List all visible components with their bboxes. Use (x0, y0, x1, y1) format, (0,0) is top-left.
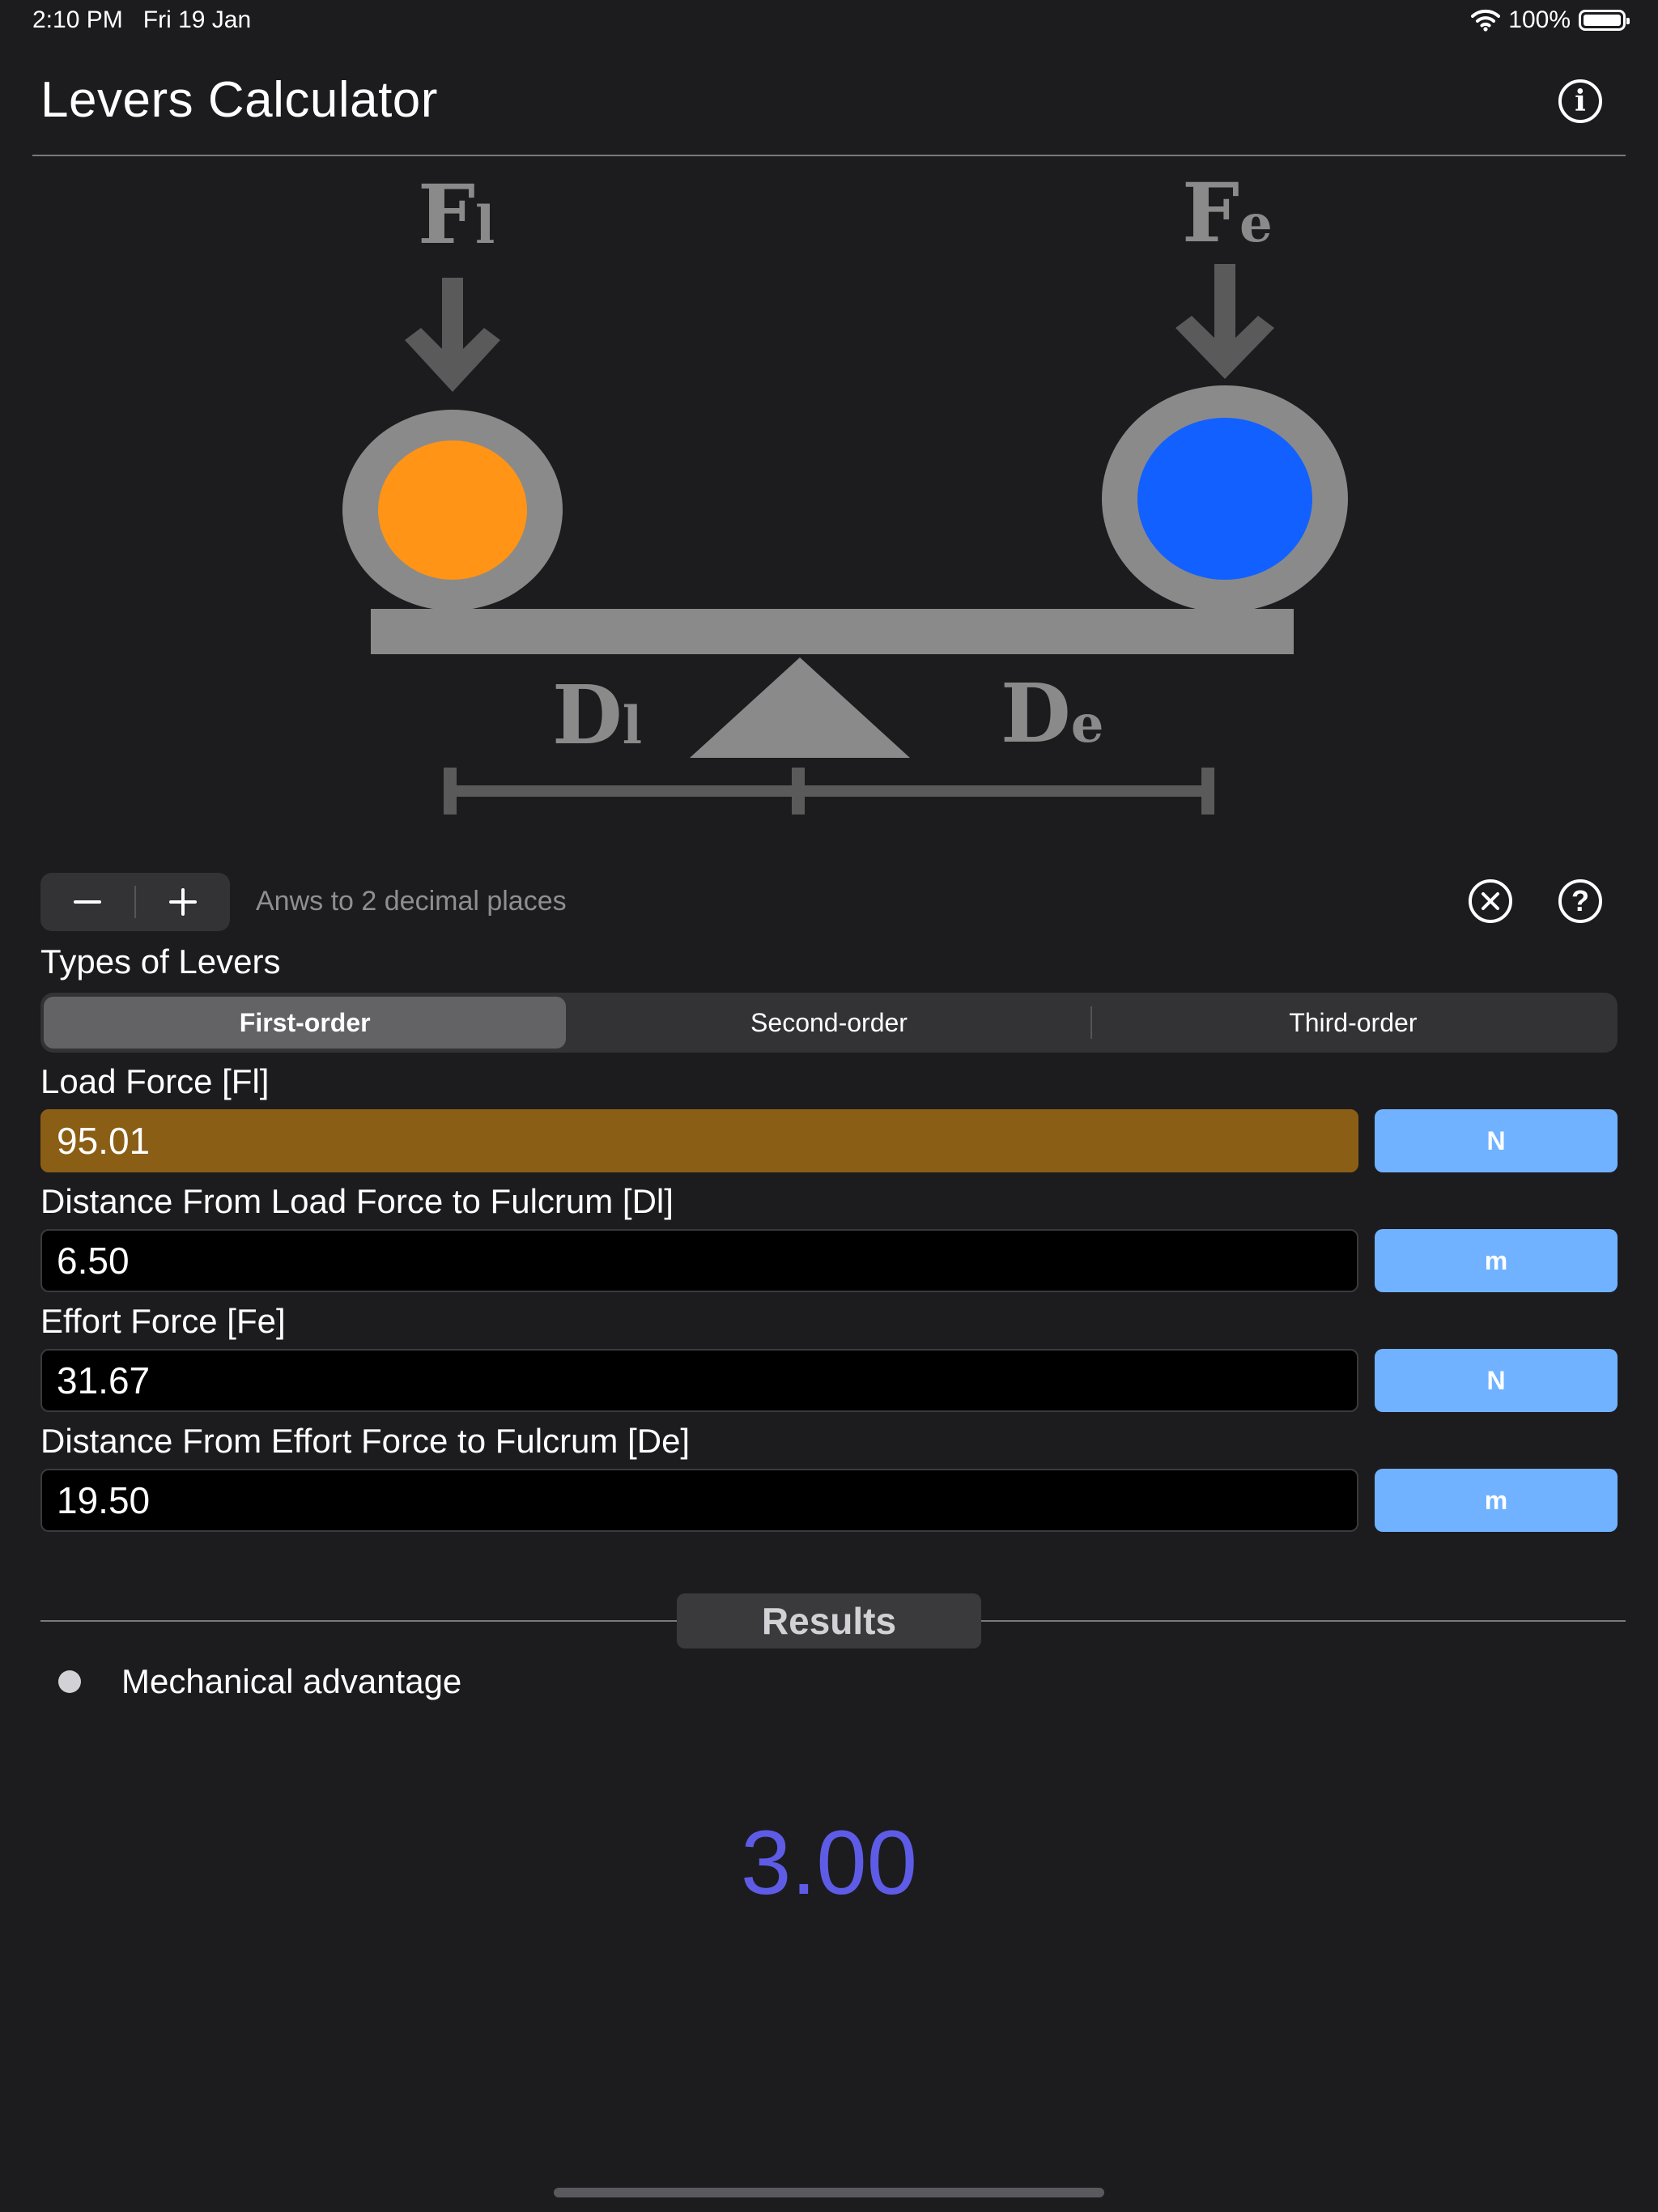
effort-force-unit-button[interactable]: N (1375, 1349, 1618, 1412)
home-indicator[interactable] (554, 2188, 1104, 2197)
info-button[interactable]: i (1558, 79, 1602, 123)
lever-type-segmented-control[interactable]: First-order Second-order Third-order (40, 993, 1618, 1053)
question-icon: ? (1571, 884, 1589, 917)
segment-first-order[interactable]: First-order (44, 997, 567, 1049)
load-distance-label: Distance From Load Force to Fulcrum [Dl] (40, 1182, 674, 1220)
distance-scale (444, 768, 1214, 815)
result-name: Mechanical advantage (121, 1662, 462, 1700)
status-time: 2:10 PM Fri 19 Jan (32, 6, 252, 33)
battery-icon (1579, 10, 1630, 31)
lever-beam (371, 609, 1294, 654)
effort-distance-field[interactable]: 19.50 (40, 1469, 1358, 1532)
effort-force-label: Effort Force [Fe] (40, 1302, 286, 1340)
fulcrum (690, 657, 910, 758)
effort-force-field[interactable]: 31.67 (40, 1349, 1358, 1412)
load-force-field[interactable]: 95.01 (40, 1109, 1358, 1172)
effort-distance-unit-button[interactable]: m (1375, 1469, 1618, 1532)
effort-distance-label: Distance From Effort Force to Fulcrum [D… (40, 1422, 691, 1460)
result-value: 3.00 (741, 1812, 917, 1913)
close-icon (1482, 892, 1499, 910)
load-force-label: Load Force [Fl] (40, 1062, 270, 1100)
result-bullet-icon (58, 1670, 81, 1693)
effort-force-symbol: Fe (1182, 165, 1273, 261)
plus-icon (169, 888, 197, 916)
increment-button[interactable] (136, 873, 230, 931)
help-button[interactable]: ? (1558, 879, 1602, 923)
effort-force-arrow-icon (1175, 264, 1274, 379)
header-divider (32, 155, 1626, 156)
page-title: Levers Calculator (40, 72, 438, 128)
minus-icon (74, 900, 101, 904)
load-force-symbol: Fl (418, 167, 495, 262)
info-icon: i (1575, 84, 1586, 118)
clear-button[interactable] (1469, 879, 1512, 923)
results-header: Results (677, 1593, 981, 1648)
load-ball (378, 440, 527, 580)
load-distance-field[interactable]: 6.50 (40, 1229, 1358, 1292)
lever-types-label: Types of Levers (40, 942, 281, 981)
precision-stepper[interactable] (40, 873, 230, 931)
effort-ball (1137, 418, 1312, 580)
decrement-button[interactable] (40, 873, 134, 931)
load-force-unit-button[interactable]: N (1375, 1109, 1618, 1172)
wifi-icon (1471, 9, 1501, 32)
status-indicators: 100% (1471, 6, 1630, 34)
load-distance-unit-button[interactable]: m (1375, 1229, 1618, 1292)
segment-third-order[interactable]: Third-order (1092, 997, 1614, 1049)
battery-percent: 100% (1508, 6, 1571, 33)
load-distance-symbol: Dl (552, 667, 642, 763)
load-force-arrow-icon (405, 278, 500, 392)
effort-distance-symbol: De (1001, 666, 1103, 761)
segment-second-order[interactable]: Second-order (568, 997, 1090, 1049)
precision-label: Anws to 2 decimal places (256, 886, 567, 917)
lever-diagram: Fl Fe Dl De (342, 165, 1348, 815)
